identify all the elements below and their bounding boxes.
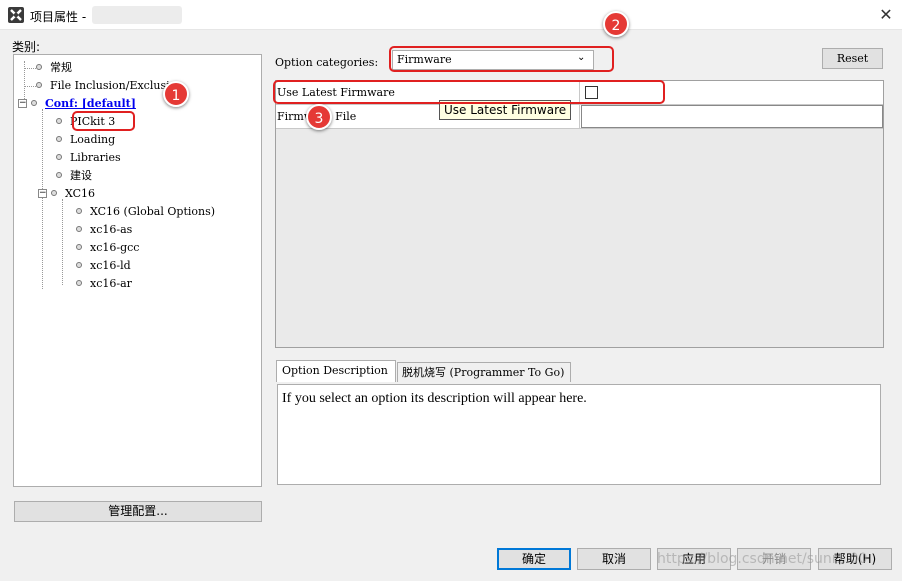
collapse-icon[interactable]: − xyxy=(38,188,47,198)
tree-line xyxy=(62,199,63,285)
title-redacted xyxy=(92,6,182,24)
tree-item-build[interactable]: 建设 xyxy=(56,167,92,185)
node-icon xyxy=(56,172,62,178)
annotation-marker: 1 xyxy=(163,81,189,107)
categories-label: 类别: xyxy=(12,40,41,54)
node-icon xyxy=(76,280,82,286)
annotation-box xyxy=(273,80,665,104)
tree-item-xc16-global[interactable]: XC16 (Global Options) xyxy=(76,203,215,221)
tree-item-xc16-ld[interactable]: xc16-ld xyxy=(76,257,131,275)
watermark: https://blog.csdn.net/sunr...00 xyxy=(657,551,868,567)
tree-item-label: xc16-gcc xyxy=(90,241,140,254)
tree-item-xc16-ar[interactable]: xc16-ar xyxy=(76,275,132,293)
tab-option-description[interactable]: Option Description xyxy=(276,360,396,382)
tree-item-file-inclusion[interactable]: File Inclusion/Exclusion xyxy=(36,77,183,95)
category-tree[interactable]: 常规 File Inclusion/Exclusion − Conf: [defa… xyxy=(13,54,262,487)
node-icon xyxy=(56,154,62,160)
node-icon xyxy=(36,64,42,70)
window-title: 项目属性 - xyxy=(30,10,87,24)
reset-button[interactable]: Reset xyxy=(822,48,883,69)
annotation-marker: 3 xyxy=(306,104,332,130)
tree-item-libraries[interactable]: Libraries xyxy=(56,149,121,167)
tab-programmer-to-go[interactable]: 脱机烧写 (Programmer To Go) xyxy=(397,362,571,382)
tree-item-label: Loading xyxy=(70,133,116,146)
node-icon xyxy=(51,190,57,196)
node-icon xyxy=(76,208,82,214)
app-icon xyxy=(8,7,24,23)
description-text: If you select an option its description … xyxy=(282,391,587,406)
tree-item-label: XC16 xyxy=(65,187,96,200)
manage-configurations-button[interactable]: 管理配置... xyxy=(14,501,262,522)
close-button[interactable]: ✕ xyxy=(872,2,900,28)
table-row[interactable]: Firmware File xyxy=(276,105,883,129)
node-icon xyxy=(36,82,42,88)
firmware-file-field[interactable] xyxy=(581,105,883,128)
tree-item-label: xc16-as xyxy=(90,223,133,236)
annotation-box xyxy=(389,46,614,72)
title-bar: 项目属性 - ✕ xyxy=(0,0,902,30)
property-table: Use Latest Firmware Firmware File xyxy=(275,80,884,348)
annotation-marker: 2 xyxy=(603,11,629,37)
tree-item-label: 建设 xyxy=(70,169,92,182)
node-icon xyxy=(56,118,62,124)
collapse-icon[interactable]: − xyxy=(18,98,27,108)
tree-item-label: 常规 xyxy=(50,61,72,74)
node-icon xyxy=(56,136,62,142)
tree-item-label: Libraries xyxy=(70,151,121,164)
tree-item-xc16-as[interactable]: xc16-as xyxy=(76,221,132,239)
tree-item-label: xc16-ld xyxy=(90,259,131,272)
tree-item-xc16[interactable]: − XC16 xyxy=(38,185,95,203)
tree-item-general[interactable]: 常规 xyxy=(36,59,72,77)
node-icon xyxy=(76,262,82,268)
tree-item-xc16-gcc[interactable]: xc16-gcc xyxy=(76,239,139,257)
tree-item-label: XC16 (Global Options) xyxy=(90,205,216,218)
option-categories-label: Option categories: xyxy=(275,56,379,69)
option-description-panel: If you select an option its description … xyxy=(277,384,881,485)
node-icon xyxy=(76,226,82,232)
cancel-button[interactable]: 取消 xyxy=(577,548,651,570)
node-icon xyxy=(31,100,37,106)
ok-button[interactable]: 确定 xyxy=(497,548,571,570)
annotation-box xyxy=(72,111,135,131)
tree-item-label[interactable]: Conf: [default] xyxy=(45,97,136,110)
node-icon xyxy=(76,244,82,250)
tree-item-loading[interactable]: Loading xyxy=(56,131,115,149)
tree-item-label: xc16-ar xyxy=(90,277,132,290)
